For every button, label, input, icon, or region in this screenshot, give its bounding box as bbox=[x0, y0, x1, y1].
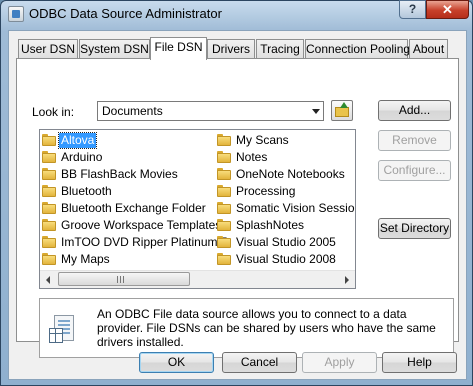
data-source-icon bbox=[49, 315, 75, 344]
folder-name: Visual Studio 2005 bbox=[236, 235, 336, 249]
tab-connection-pooling[interactable]: Connection Pooling bbox=[305, 39, 410, 59]
tab-file-dsn[interactable]: File DSN bbox=[150, 37, 207, 60]
scrollbar-thumb[interactable] bbox=[58, 272, 190, 286]
folder-icon bbox=[217, 202, 231, 214]
file-dsn-panel: Look in: Documents Add... Remove Configu… bbox=[16, 58, 459, 358]
folder-icon bbox=[42, 185, 56, 197]
info-box: An ODBC File data source allows you to c… bbox=[39, 298, 454, 358]
dialog-body: User DSN System DSN File DSN Drivers Tra… bbox=[8, 30, 467, 380]
folder-up-icon bbox=[335, 107, 349, 117]
tab-system-dsn[interactable]: System DSN bbox=[79, 39, 150, 59]
folder-name: OneNote Notebooks bbox=[236, 167, 345, 181]
up-folder-button[interactable] bbox=[331, 100, 353, 121]
window-title: ODBC Data Source Administrator bbox=[29, 6, 222, 21]
folder-name: Altova bbox=[57, 132, 98, 149]
folder-icon bbox=[217, 236, 231, 248]
folder-icon bbox=[42, 168, 56, 180]
configure-button[interactable]: Configure... bbox=[378, 160, 451, 181]
info-text: An ODBC File data source allows you to c… bbox=[97, 307, 436, 349]
tab-drivers[interactable]: Drivers bbox=[207, 39, 255, 59]
folder-name: Groove Workspace Templates bbox=[61, 218, 222, 232]
scroll-left-icon[interactable] bbox=[40, 271, 57, 288]
look-in-label: Look in: bbox=[32, 105, 75, 119]
odbc-admin-window: ODBC Data Source Administrator ? ✕ User … bbox=[0, 0, 473, 386]
remove-button[interactable]: Remove bbox=[378, 130, 451, 151]
odbc-app-icon bbox=[8, 6, 24, 22]
folder-icon bbox=[217, 253, 231, 265]
folder-name: ImTOO DVD Ripper Platinum 5 bbox=[61, 235, 228, 249]
title-help-button[interactable]: ? bbox=[399, 0, 426, 19]
folder-icon bbox=[42, 202, 56, 214]
scroll-right-icon[interactable] bbox=[338, 271, 355, 288]
folder-name: My Maps bbox=[61, 252, 110, 266]
folder-name: Somatic Vision Sessions bbox=[236, 201, 356, 215]
folder-name: My Scans bbox=[236, 133, 289, 147]
folder-icon bbox=[217, 134, 231, 146]
folder-name: SplashNotes bbox=[236, 218, 305, 232]
folder-name: Arduino bbox=[61, 150, 103, 164]
folder-icon bbox=[217, 219, 231, 231]
look-in-dropdown[interactable]: Documents bbox=[97, 101, 324, 121]
folder-name: BB FlashBack Movies bbox=[61, 167, 178, 181]
set-directory-button[interactable]: Set Directory bbox=[378, 218, 451, 239]
grip-icon bbox=[117, 276, 126, 283]
chevron-down-icon bbox=[312, 109, 320, 114]
folder-icon bbox=[42, 253, 56, 265]
add-button[interactable]: Add... bbox=[378, 100, 451, 121]
arrow-up-icon bbox=[340, 102, 348, 108]
close-button[interactable]: ✕ bbox=[426, 0, 469, 19]
table-icon bbox=[49, 328, 63, 343]
folder-icon bbox=[42, 134, 56, 146]
horizontal-scrollbar[interactable] bbox=[40, 270, 355, 288]
tab-user-dsn[interactable]: User DSN bbox=[18, 39, 78, 59]
folder-icon bbox=[217, 185, 231, 197]
folder-name: Bluetooth bbox=[61, 184, 112, 198]
look-in-value: Documents bbox=[102, 104, 163, 118]
cancel-button[interactable]: Cancel bbox=[222, 352, 297, 373]
file-list[interactable]: Altova Arduino BB FlashBack Movies Bluetoot… bbox=[39, 129, 356, 289]
folder-name: Visual Studio 2008 bbox=[236, 252, 336, 266]
folder-icon bbox=[42, 219, 56, 231]
folder-icon bbox=[217, 168, 231, 180]
folder-name: Processing bbox=[236, 184, 296, 198]
folder-icon bbox=[217, 151, 231, 163]
folder-icon bbox=[42, 236, 56, 248]
tab-tracing[interactable]: Tracing bbox=[256, 39, 304, 59]
tab-about[interactable]: About bbox=[409, 39, 448, 59]
folder-name: Notes bbox=[236, 150, 268, 164]
ok-button[interactable]: OK bbox=[139, 352, 214, 373]
folder-name: Bluetooth Exchange Folder bbox=[61, 201, 206, 215]
help-button[interactable]: Help bbox=[382, 352, 457, 373]
folder-icon bbox=[42, 151, 56, 163]
title-bar[interactable]: ODBC Data Source Administrator ? ✕ bbox=[1, 0, 472, 27]
apply-button[interactable]: Apply bbox=[302, 352, 377, 373]
